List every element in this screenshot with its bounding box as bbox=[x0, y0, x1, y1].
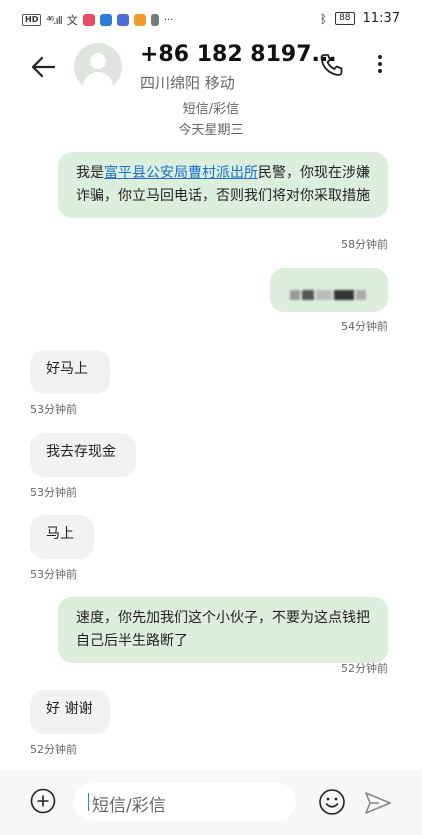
phone-call-icon[interactable] bbox=[318, 52, 344, 78]
message-text: 好 谢谢 bbox=[46, 701, 93, 717]
avatar[interactable] bbox=[74, 43, 122, 91]
status-bar: HD ⁴⁶.ıll 文 ··· ᛒ 88 11:37 bbox=[0, 0, 422, 36]
incoming-message[interactable]: 好 谢谢 bbox=[30, 690, 110, 734]
incoming-message[interactable]: 马上 bbox=[30, 515, 94, 559]
message-input[interactable]: 短信/彩信 bbox=[74, 783, 296, 821]
app-icon-orange bbox=[133, 14, 146, 26]
emoji-icon[interactable] bbox=[318, 788, 346, 816]
message-time: 54分钟前 bbox=[341, 320, 388, 333]
message-time: 58分钟前 bbox=[341, 238, 388, 251]
redacted-content bbox=[290, 284, 368, 307]
translate-icon: 文 bbox=[66, 14, 78, 27]
hd-indicator: HD bbox=[22, 14, 42, 26]
app-icon-blue bbox=[99, 14, 112, 26]
add-attachment-icon[interactable] bbox=[30, 788, 56, 814]
message-time: 52分钟前 bbox=[30, 743, 77, 756]
app-icon-gray bbox=[150, 14, 159, 26]
contact-name[interactable]: +86 182 8197... bbox=[140, 42, 337, 67]
avatar-body bbox=[83, 72, 113, 91]
message-time: 53分钟前 bbox=[30, 568, 77, 581]
compose-bar: 短信/彩信 bbox=[0, 770, 422, 835]
clock: 11:37 bbox=[362, 11, 400, 26]
battery-icon: 88 bbox=[335, 12, 355, 25]
message-time: 53分钟前 bbox=[30, 403, 77, 416]
more-options-icon[interactable] bbox=[370, 52, 390, 80]
signal-icon: ⁴⁶.ıll bbox=[46, 13, 63, 27]
outgoing-message[interactable]: 我是富平县公安局曹村派出所民警，你现在涉嫌诈骗，你立马回电话，否则我们将对你采取… bbox=[58, 152, 388, 218]
message-link[interactable]: 富平县公安局曹村派出所 bbox=[104, 165, 258, 181]
message-text: 速度，你先加我们这个小伙子，不要为这点钱把自己后半生路断了 bbox=[76, 610, 370, 649]
send-icon[interactable] bbox=[364, 790, 392, 816]
contact-location: 四川绵阳 移动 bbox=[140, 74, 235, 92]
message-text: 我去存现金 bbox=[46, 444, 116, 460]
message-text: 我是 bbox=[76, 165, 104, 181]
outgoing-message[interactable] bbox=[270, 268, 388, 312]
message-time: 52分钟前 bbox=[341, 662, 388, 675]
date-label: 今天星期三 bbox=[178, 123, 244, 138]
status-left: HD ⁴⁶.ıll 文 ··· bbox=[22, 12, 173, 28]
avatar-head bbox=[90, 53, 106, 69]
incoming-message[interactable]: 我去存现金 bbox=[30, 433, 136, 477]
outgoing-message[interactable]: 速度，你先加我们这个小伙子，不要为这点钱把自己后半生路断了 bbox=[58, 597, 388, 663]
input-placeholder: 短信/彩信 bbox=[92, 796, 166, 816]
app-icon-blue-2 bbox=[116, 14, 129, 26]
app-icon-red bbox=[82, 14, 95, 26]
status-right: ᛒ 88 11:37 bbox=[320, 11, 400, 26]
message-type-label: 短信/彩信 bbox=[182, 102, 240, 117]
back-arrow-icon[interactable] bbox=[28, 52, 58, 82]
message-text: 好马上 bbox=[46, 361, 88, 377]
message-text: 马上 bbox=[46, 526, 74, 542]
bluetooth-icon: ᛒ bbox=[319, 11, 328, 26]
more-notifications-icon: ··· bbox=[163, 14, 174, 26]
incoming-message[interactable]: 好马上 bbox=[30, 350, 110, 394]
text-caret bbox=[88, 793, 89, 811]
message-time: 53分钟前 bbox=[30, 486, 77, 499]
